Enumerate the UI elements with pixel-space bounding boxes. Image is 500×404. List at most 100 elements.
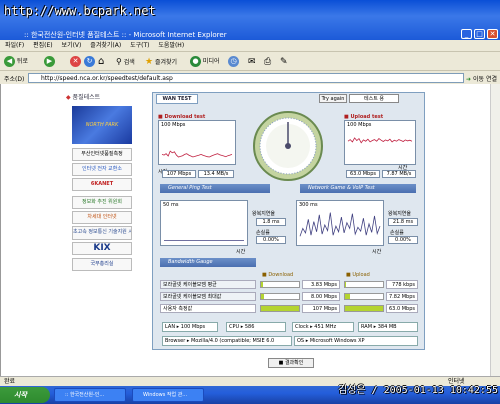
menu-file[interactable]: 파일(F): [5, 40, 24, 52]
sidebar-link-4[interactable]: 정보화 추진 위원회: [72, 196, 132, 209]
upload-bar: [344, 281, 384, 288]
bandwidth-section-header: Bandwidth Gauge: [160, 258, 256, 267]
media-button[interactable]: ● 미디어: [190, 55, 219, 69]
close-button[interactable]: ✕: [487, 29, 498, 39]
sidebar-link-5[interactable]: 차세대 인터넷: [72, 211, 132, 224]
home-button[interactable]: ⌂: [98, 55, 104, 69]
voip-x-label: 시간: [372, 249, 382, 255]
download-value: 3.83 Mbps: [302, 280, 340, 289]
download-current: 107 Mbps: [162, 170, 196, 178]
clock-info: Clock ▸ 451 MHz: [292, 322, 354, 332]
sidebar-link-1[interactable]: 부산인터넷품질측정: [72, 148, 132, 161]
bullet-icon: ■: [278, 360, 284, 366]
upload-bar-fill: [345, 294, 350, 299]
download-bar: [260, 305, 300, 312]
task-ie[interactable]: :: 한국전산원-인...: [54, 388, 126, 402]
upload-current: 63.0 Mbps: [346, 170, 380, 178]
voip-loss: 0.00%: [388, 236, 418, 244]
result-button[interactable]: ■ 결과확인: [268, 358, 314, 368]
bandwidth-row-label: 사용자 측정값: [160, 304, 256, 313]
edit-icon: ✎: [280, 57, 288, 67]
ping-rtt: 1.8 ms: [256, 218, 286, 226]
minimize-button[interactable]: _: [461, 29, 472, 39]
home-icon: ⌂: [98, 56, 105, 67]
sidebar-link-2[interactable]: 인터넷 전자 교환소: [72, 163, 132, 176]
download-avg: 13.4 MB/s: [198, 170, 234, 178]
address-label: 주소(D): [4, 76, 25, 83]
history-button[interactable]: ◷: [228, 55, 239, 69]
menu-bar: 파일(F) 편집(E) 보기(V) 즐겨찾기(A) 도구(T) 도움말(H): [0, 40, 500, 52]
download-chart-svg: [161, 150, 233, 158]
menu-view[interactable]: 보기(V): [62, 40, 82, 52]
upload-series-line: [347, 137, 413, 144]
mail-button[interactable]: ✉: [248, 55, 256, 69]
print-button[interactable]: ⎙: [264, 55, 271, 69]
go-button[interactable]: ➜ 이동: [466, 74, 484, 83]
browser-info: Browser ▸ Mozilla/4.0 (compatible; MSIE …: [162, 336, 292, 346]
sidebar-link-6[interactable]: 초고속 정보통신 기술지원 시스템: [72, 226, 132, 240]
voip-loss-label: 손실률: [390, 230, 404, 236]
ping-x-label: 시간: [236, 249, 246, 255]
speed-gauge: [253, 111, 323, 181]
back-button[interactable]: ◀ 뒤로: [4, 55, 28, 69]
address-bar: 주소(D) http://speed.nca.or.kr/speedtest/d…: [0, 72, 500, 84]
task-taskmgr[interactable]: Windows 작업 관...: [132, 388, 204, 402]
voip-rtt: 21.8 ms: [388, 218, 418, 226]
start-button[interactable]: 시작: [0, 387, 50, 403]
address-input[interactable]: http://speed.nca.or.kr/speedtest/default…: [28, 73, 464, 83]
print-icon: ⎙: [264, 57, 272, 67]
sidebar-title: ◆ 품질테스트: [66, 94, 101, 101]
try-again-button[interactable]: Try again: [319, 94, 347, 103]
download-value: 8.00 Mbps: [302, 292, 340, 301]
edit-button[interactable]: ✎: [280, 55, 288, 69]
ping-loss-label: 손실률: [256, 230, 270, 236]
refresh-button[interactable]: ↻: [84, 55, 95, 69]
ping-chart: 50 ms: [160, 200, 248, 246]
upload-value: 63.0 Mbps: [386, 304, 418, 313]
download-bar-fill: [261, 282, 263, 287]
upload-value: 778 kbps: [386, 280, 418, 289]
stop-icon: ✕: [70, 56, 81, 67]
star-icon: ★: [145, 57, 154, 67]
ping-chart-svg: [164, 240, 244, 241]
voip-chart: 300 ms: [296, 200, 384, 246]
stop-button[interactable]: ✕: [70, 55, 81, 69]
forward-arrow-icon: ▶: [44, 56, 55, 67]
download-bar-fill: [261, 294, 265, 299]
download-bar-fill: [261, 306, 299, 311]
clock: 김성은 / 2005-01-13 10:42:55: [337, 385, 498, 396]
forward-button[interactable]: ▶: [44, 55, 55, 69]
upload-avg: 7.87 MB/s: [382, 170, 416, 178]
download-bar: [260, 281, 300, 288]
tab-wan-test[interactable]: WAN TEST: [156, 94, 198, 104]
upload-bar: [344, 293, 384, 300]
sidebar-link-3[interactable]: 6KANET: [72, 178, 132, 191]
download-value: 107 Mbps: [302, 304, 340, 313]
nav-toolbar: ◀ 뒤로 ▶ ✕ ↻ ⌂ ⚲ 검색 ★ 즐겨찾기 ● 미디어 ◷ ✉ ⎙ ✎: [0, 53, 500, 71]
ping-rtt-label: 왕복지연율: [252, 211, 276, 217]
menu-edit[interactable]: 편집(E): [33, 40, 53, 52]
ping-section-header: General Ping Test: [160, 184, 270, 193]
bullet-icon: ■: [346, 272, 351, 278]
voip-section-header: Network Game & VoIP Test: [300, 184, 416, 193]
sidebar-banner[interactable]: NORTH PARK: [72, 106, 132, 144]
menu-help[interactable]: 도움말(H): [158, 40, 184, 52]
lan-info: LAN ▸ 100 Mbps: [162, 322, 218, 332]
download-bar: [260, 293, 300, 300]
bandwidth-upload-header: ■ Upload: [346, 272, 370, 278]
upload-chart: 100 Mbps: [344, 120, 416, 165]
sidebar-link-7[interactable]: KIX: [72, 242, 132, 255]
server-select[interactable]: 테스트 용: [349, 94, 399, 103]
links-label[interactable]: 연결: [486, 74, 497, 83]
menu-favorites[interactable]: 즐겨찾기(A): [90, 40, 121, 52]
favorites-button[interactable]: ★ 즐겨찾기: [145, 55, 177, 69]
menu-tools[interactable]: 도구(T): [130, 40, 149, 52]
os-info: OS ▸ Microsoft Windows XP: [294, 336, 418, 346]
cpu-info: CPU ▸ 586: [226, 322, 286, 332]
sidebar-link-8[interactable]: 국무총리실: [72, 258, 132, 271]
mail-icon: ✉: [248, 57, 256, 67]
search-button[interactable]: ⚲ 검색: [116, 55, 135, 69]
maximize-button[interactable]: □: [474, 29, 485, 39]
bullet-icon: ■: [262, 272, 267, 278]
vertical-scrollbar[interactable]: [490, 84, 500, 376]
